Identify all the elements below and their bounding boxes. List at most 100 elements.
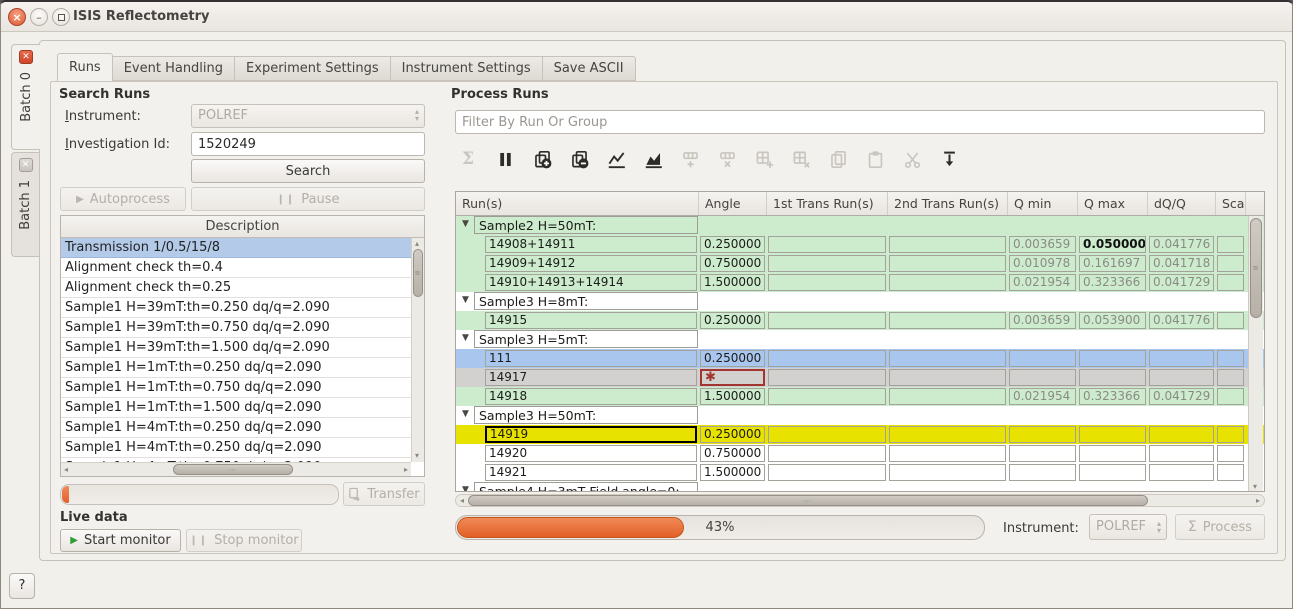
description-row[interactable]: Sample1 H=39mT:th=1.500 dq/q=2.090 — [61, 338, 411, 358]
table-group-row[interactable]: ▼Sample3 H=50mT: — [456, 406, 1265, 425]
table-cell[interactable] — [768, 464, 886, 481]
description-row[interactable]: Sample1 H=39mT:th=0.250 dq/q=2.090 — [61, 298, 411, 318]
add-table-toolbar-button[interactable] — [751, 146, 777, 172]
table-cell[interactable]: 14908+14911 — [485, 236, 697, 253]
table-cell[interactable] — [1217, 388, 1244, 405]
description-vertical-scrollbar[interactable]: ▴ ≡ ▾ — [411, 238, 424, 462]
table-cell[interactable]: 0.250000 — [700, 350, 765, 367]
group-name-cell[interactable]: Sample3 H=5mT: — [474, 330, 698, 348]
table-cell[interactable] — [768, 236, 886, 253]
tab-close-icon[interactable]: ✕ — [19, 50, 33, 64]
investigation-id-input[interactable] — [191, 132, 425, 156]
table-run-row[interactable]: 149190.250000 — [456, 425, 1265, 444]
tab-runs[interactable]: Runs — [57, 53, 113, 81]
table-cell[interactable] — [889, 464, 1006, 481]
table-horizontal-scrollbar[interactable]: ◂ ⋯ ▸ — [455, 494, 1265, 507]
spinner-arrows-icon[interactable]: ▴▾ — [415, 108, 419, 122]
tab-save-ascii[interactable]: Save ASCII — [543, 56, 636, 81]
table-run-row[interactable]: 149211.500000 — [456, 463, 1265, 482]
tab-experiment-settings[interactable]: Experiment Settings — [235, 56, 391, 81]
column-header-1[interactable]: Angle — [699, 192, 767, 215]
table-cell[interactable]: 0.323366 — [1079, 388, 1146, 405]
description-row[interactable]: Sample1 H=1mT:th=0.250 dq/q=2.090 — [61, 358, 411, 378]
spinner-arrows-icon[interactable]: ▴▾ — [1157, 520, 1161, 534]
column-header-5[interactable]: Q max — [1078, 192, 1148, 215]
scrollbar-thumb[interactable]: ≡ — [1250, 218, 1262, 318]
scroll-down-icon[interactable]: ▾ — [1253, 483, 1257, 491]
column-header-3[interactable]: 2nd Trans Run(s) — [888, 192, 1008, 215]
table-group-row[interactable]: ▼ Sample3 H=5mT: — [456, 330, 1265, 349]
table-cell[interactable]: 14910+14913+14914 — [485, 274, 697, 291]
description-row[interactable]: Alignment check th=0.25 — [61, 278, 411, 298]
scroll-down-icon[interactable]: ▾ — [415, 452, 419, 460]
table-cell[interactable]: 0.041729 — [1149, 274, 1214, 291]
table-cell[interactable] — [1217, 350, 1244, 367]
table-cell[interactable]: 0.021954 — [1009, 274, 1076, 291]
table-cell[interactable] — [1009, 464, 1076, 481]
column-header-6[interactable]: dQ/Q — [1148, 192, 1216, 215]
table-cell[interactable] — [768, 445, 886, 462]
table-cell[interactable] — [889, 426, 1006, 443]
table-cell[interactable] — [768, 350, 886, 367]
table-cell[interactable] — [1217, 445, 1244, 462]
expand-triangle-icon[interactable]: ▼ — [462, 485, 469, 492]
description-row[interactable]: Sample1 H=1mT:th=0.750 dq/q=2.090 — [61, 378, 411, 398]
table-cell[interactable]: 14909+14912 — [485, 255, 697, 272]
transfer-button[interactable]: Transfer — [343, 482, 425, 506]
table-cell[interactable] — [768, 426, 886, 443]
tab-close-icon[interactable]: ✕ — [19, 158, 33, 172]
table-cell[interactable] — [1149, 445, 1214, 462]
table-cell[interactable]: 1.500000 — [700, 274, 765, 291]
table-run-row[interactable]: 14910+14913+149141.5000000.0219540.32336… — [456, 273, 1265, 292]
process-button[interactable]: Σ Process — [1175, 514, 1265, 540]
table-cell[interactable]: 0.250000 — [700, 236, 765, 253]
group-name-cell[interactable]: Sample2 H=50mT: — [474, 216, 698, 234]
sigma-toolbar-button[interactable]: Σ — [455, 146, 481, 172]
table-cell[interactable] — [889, 350, 1006, 367]
process-instrument-combo[interactable]: POLREF ▴▾ — [1089, 514, 1167, 540]
table-cell[interactable] — [1009, 369, 1076, 386]
scroll-up-icon[interactable]: ▴ — [415, 240, 419, 248]
table-cell[interactable]: 0.010978 — [1009, 255, 1076, 272]
column-header-2[interactable]: 1st Trans Run(s) — [767, 192, 888, 215]
table-cell[interactable]: 0.161697 — [1079, 255, 1146, 272]
table-cell[interactable]: 14915 — [485, 312, 697, 329]
table-cell[interactable]: 0.250000 — [700, 312, 765, 329]
pause-toolbar-button[interactable] — [492, 146, 518, 172]
description-row[interactable]: Transmission 1/0.5/15/8 — [61, 238, 411, 258]
table-cell[interactable] — [889, 445, 1006, 462]
description-horizontal-scrollbar[interactable]: ◂ ⋯ ▸ — [61, 462, 411, 476]
stop-monitor-button[interactable]: ❙❙ Stop monitor — [186, 529, 302, 552]
description-row[interactable]: Sample1 H=4mT:th=0.250 dq/q=2.090 — [61, 418, 411, 438]
table-cell[interactable]: 0.003659 — [1009, 236, 1076, 253]
table-cell[interactable] — [1217, 312, 1244, 329]
table-cell[interactable] — [1149, 369, 1214, 386]
batch-tab-0[interactable]: ✕Batch 0 — [11, 44, 40, 150]
delete-row-toolbar-button[interactable] — [714, 146, 740, 172]
table-cell[interactable] — [768, 388, 886, 405]
table-cell[interactable] — [1079, 445, 1146, 462]
expand-triangle-icon[interactable]: ▼ — [462, 409, 469, 419]
table-cell[interactable]: 1.500000 — [700, 388, 765, 405]
instrument-combo[interactable]: POLREF ▴▾ — [191, 104, 425, 128]
table-cell[interactable] — [1149, 464, 1214, 481]
pause-search-button[interactable]: ❙❙ Pause — [191, 187, 425, 211]
table-cell[interactable]: 0.041729 — [1149, 388, 1214, 405]
table-cell[interactable] — [1079, 350, 1146, 367]
table-cell[interactable]: ✱ — [700, 369, 765, 386]
insert-row-toolbar-button[interactable] — [677, 146, 703, 172]
table-cell[interactable] — [1009, 445, 1076, 462]
table-cell[interactable]: 14918 — [485, 388, 697, 405]
expand-triangle-icon[interactable]: ▼ — [462, 295, 469, 305]
group-name-cell[interactable]: Sample3 H=8mT: — [474, 292, 698, 310]
window-maximize-button[interactable] — [52, 8, 70, 26]
table-cell[interactable] — [1217, 236, 1244, 253]
table-cell[interactable] — [889, 255, 1006, 272]
remove-table-toolbar-button[interactable] — [788, 146, 814, 172]
table-cell[interactable] — [889, 236, 1006, 253]
cut-toolbar-button[interactable] — [899, 146, 925, 172]
description-row[interactable]: Sample1 H=39mT:th=0.750 dq/q=2.090 — [61, 318, 411, 338]
description-row[interactable]: Sample1 H=4mT:th=0.250 dq/q=2.090 — [61, 438, 411, 458]
table-run-row[interactable]: 149150.2500000.0036590.0539000.041776 — [456, 311, 1265, 330]
expand-triangle-icon[interactable]: ▼ — [462, 333, 469, 343]
